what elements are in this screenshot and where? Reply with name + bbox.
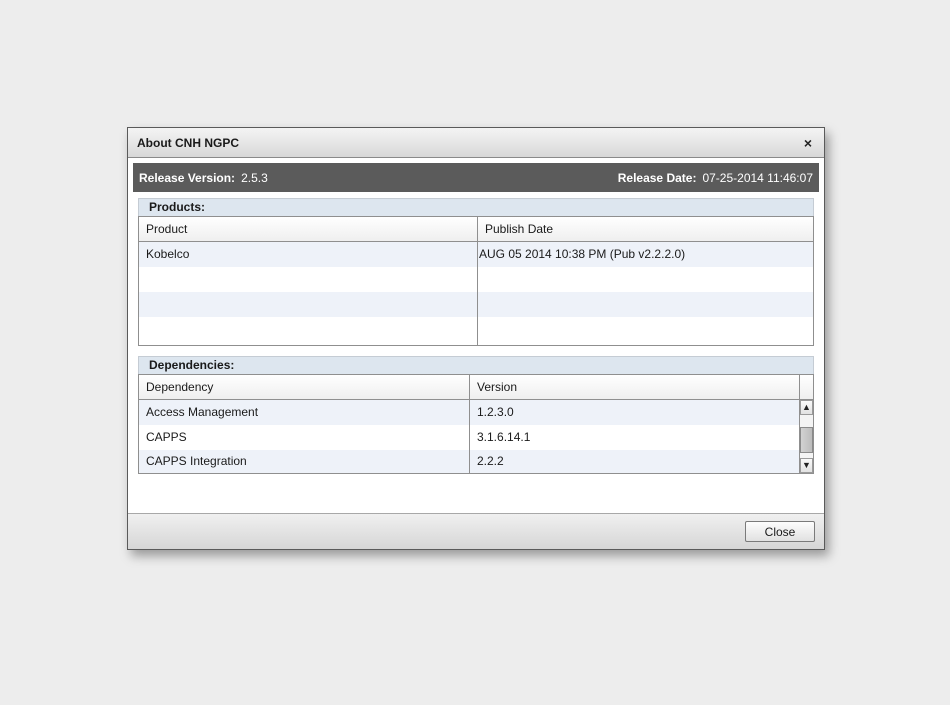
dependencies-grid-body: Access Management 1.2.3.0 CAPPS 3.1.6.14… [139,400,799,473]
scrollbar-thumb[interactable] [800,427,813,453]
product-cell [139,317,478,345]
table-row[interactable]: CAPPS Integration 2.2.2 [139,450,799,473]
products-header: Products: [138,198,814,216]
dependency-cell: Access Management [139,400,470,425]
close-icon[interactable]: × [801,136,815,150]
table-row[interactable]: Access Management 1.2.3.0 [139,400,799,425]
products-grid: Product Publish Date Kobelco AUG 05 2014… [138,216,814,346]
dependencies-header: Dependencies: [138,356,814,374]
table-row[interactable] [139,267,813,292]
close-button[interactable]: Close [745,521,815,542]
column-header-version[interactable]: Version [470,375,813,399]
table-row[interactable]: CAPPS 3.1.6.14.1 [139,425,799,450]
scroll-down-icon[interactable]: ▼ [800,458,813,473]
version-cell: 2.2.2 [477,454,504,468]
release-version-label: Release Version: [139,170,236,185]
dependencies-grid-header: Dependency Version [139,375,813,400]
release-version-value: 2.5.3 [241,170,268,185]
table-row[interactable] [139,292,813,317]
dependencies-grid: Dependency Version Access Management 1.2… [138,374,814,474]
products-grid-header: Product Publish Date [139,217,813,242]
publish-date-cell: AUG 05 2014 10:38 PM (Pub v2.2.2.0) [479,247,686,261]
publish-date-cell [478,292,813,317]
release-date-value: 07-25-2014 11:46:07 [702,170,813,185]
dialog-body: Release Version: 2.5.3 Release Date: 07-… [128,158,824,513]
dependency-cell: CAPPS [139,425,470,450]
dependencies-section: Dependencies: Dependency Version Access … [138,356,814,474]
product-cell: Kobelco [139,242,478,267]
publish-date-cell [478,317,813,345]
product-cell [139,267,478,292]
publish-date-cell [478,267,813,292]
table-row[interactable]: Kobelco AUG 05 2014 10:38 PM (Pub v2.2.2… [139,242,813,267]
release-info-bar: Release Version: 2.5.3 Release Date: 07-… [133,163,819,192]
scroll-up-icon[interactable]: ▲ [800,400,813,415]
dependencies-scrollbar[interactable]: ▲ ▼ [799,400,813,473]
version-cell: 3.1.6.14.1 [477,430,531,444]
products-grid-body: Kobelco AUG 05 2014 10:38 PM (Pub v2.2.2… [139,242,813,345]
version-cell: 1.2.3.0 [477,405,514,419]
dialog-titlebar[interactable]: About CNH NGPC × [128,128,824,158]
column-header-publish-date[interactable]: Publish Date [478,217,813,241]
column-header-dependency[interactable]: Dependency [139,375,470,399]
release-date-label: Release Date: [617,170,697,185]
dialog-footer: Close [128,513,824,549]
dependency-cell: CAPPS Integration [139,450,470,473]
table-row[interactable] [139,317,813,345]
header-scroll-spacer [799,375,813,400]
dialog-title: About CNH NGPC [137,135,239,150]
product-cell [139,292,478,317]
products-section: Products: Product Publish Date Kobelco A… [138,198,814,346]
about-dialog: About CNH NGPC × Release Version: 2.5.3 … [127,127,825,550]
column-header-product[interactable]: Product [139,217,478,241]
